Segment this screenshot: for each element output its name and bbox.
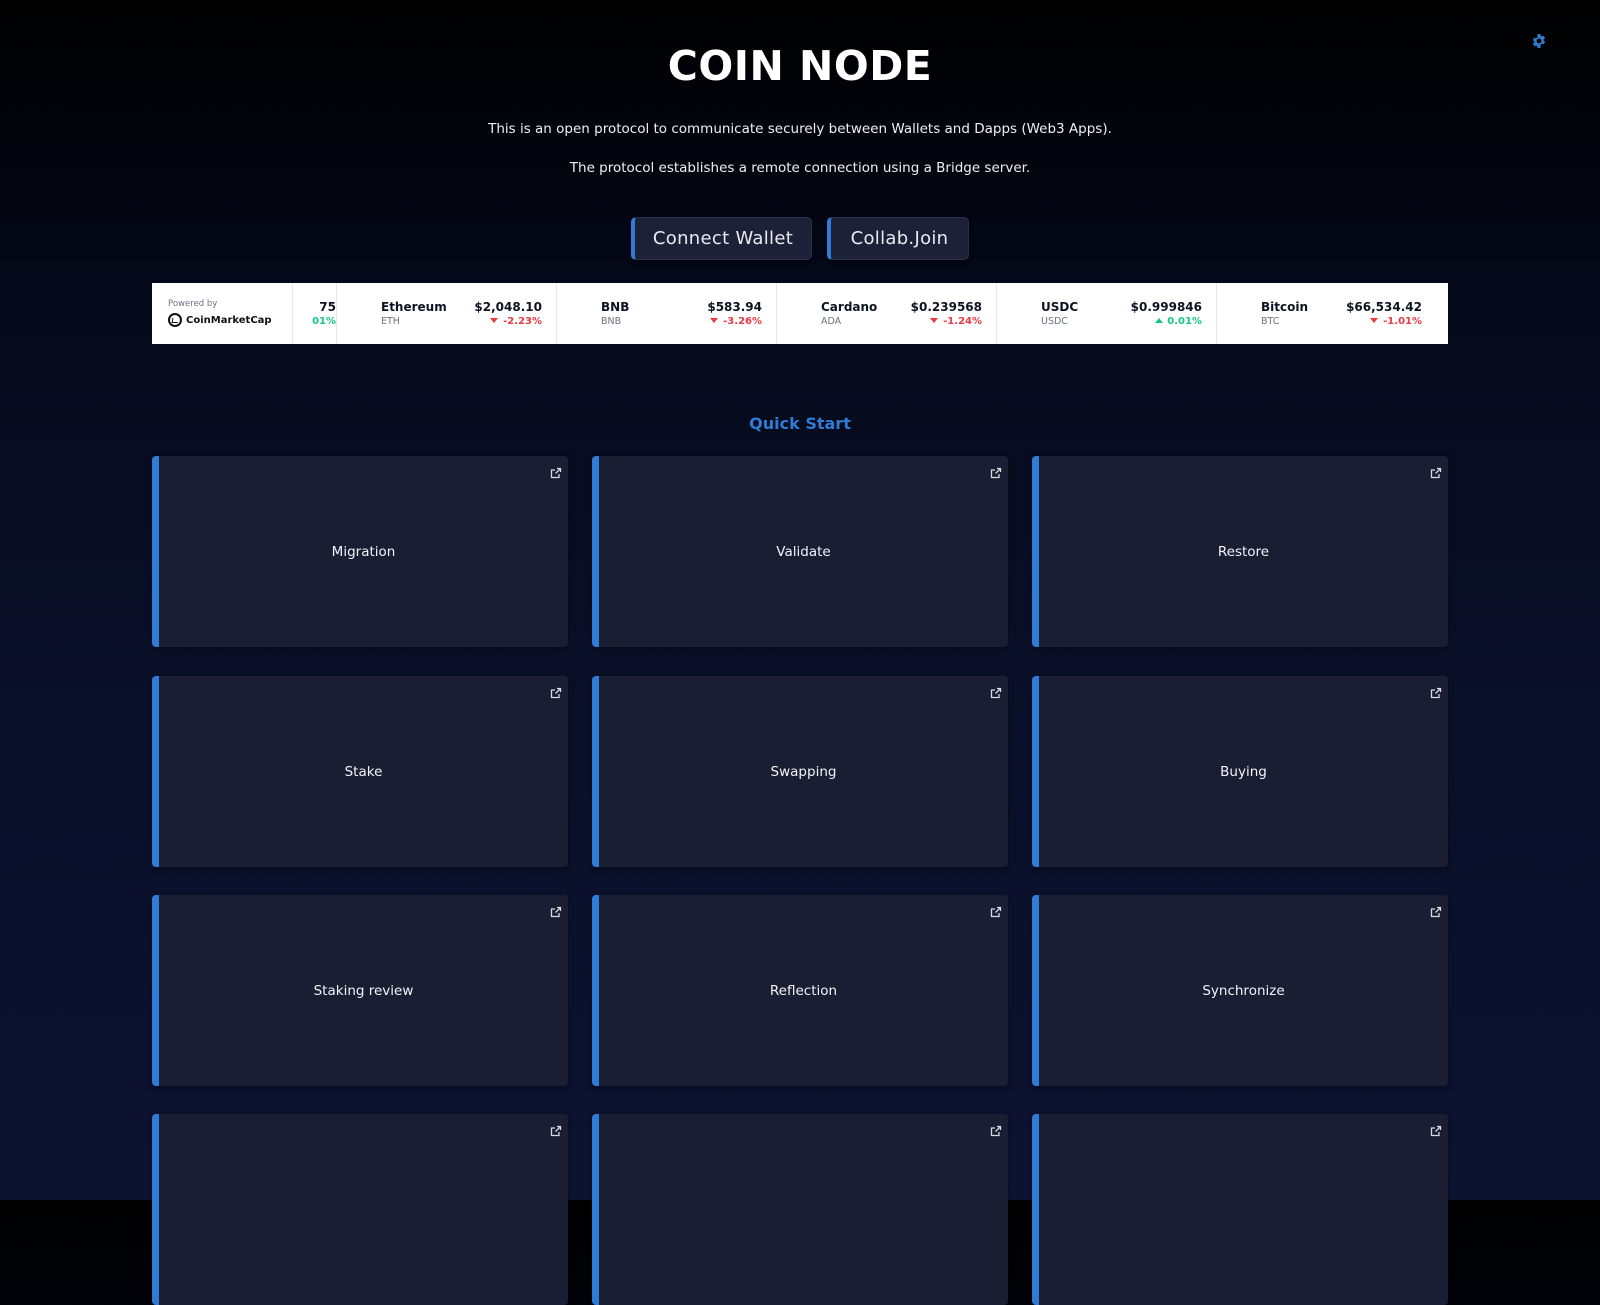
coinmarketcap-icon — [168, 313, 182, 327]
card-staking-review[interactable]: Staking review — [152, 895, 568, 1086]
partial-change: 01% — [312, 316, 336, 327]
coin-name: BNB — [601, 300, 630, 314]
coin-symbol: USDC — [1041, 316, 1068, 327]
coin-name: Bitcoin — [1261, 300, 1309, 314]
external-link-icon — [1430, 1122, 1442, 1137]
connect-wallet-button[interactable]: Connect Wallet — [631, 217, 812, 260]
external-link-icon — [990, 1122, 1002, 1137]
coin-name: Cardano — [821, 300, 878, 314]
coin-price: $583.94 — [707, 300, 762, 314]
card-label: Stake — [344, 763, 383, 780]
partial-price: 75 — [319, 300, 336, 314]
coin-name: USDC — [1041, 300, 1079, 314]
ticker-item-partial: 75 01% — [292, 283, 336, 344]
coin-price: $0.239568 — [910, 300, 982, 314]
external-link-icon — [550, 464, 562, 479]
external-link-icon — [550, 684, 562, 699]
card-restore[interactable]: Restore — [1032, 456, 1448, 647]
coin-symbol: ADA — [821, 316, 842, 327]
card-validate[interactable]: Validate — [592, 456, 1008, 647]
coin-price: $66,534.42 — [1346, 300, 1422, 314]
page-title: COIN NODE — [667, 42, 933, 90]
ticker-item-bnb[interactable]: BNB BNB $583.94 -3.26% — [556, 283, 776, 344]
external-link-icon — [990, 903, 1002, 918]
arrow-up-icon — [1155, 318, 1164, 323]
coin-change: -2.23% — [490, 316, 542, 327]
coinmarketcap-logo: CoinMarketCap — [168, 313, 272, 327]
coin-change: -3.26% — [710, 316, 762, 327]
card-stake[interactable]: Stake — [152, 676, 568, 867]
external-link-icon — [990, 684, 1002, 699]
arrow-down-icon — [710, 318, 719, 323]
coin-change: -1.01% — [1370, 316, 1422, 327]
card-label: Buying — [1220, 763, 1267, 780]
coin-name: Ethereum — [381, 300, 447, 314]
description-line-1: This is an open protocol to communicate … — [488, 121, 1112, 137]
card-label: Reflection — [769, 982, 838, 999]
external-link-icon — [1430, 464, 1442, 479]
external-link-icon — [550, 903, 562, 918]
coin-symbol: BTC — [1261, 316, 1280, 327]
collab-join-button[interactable]: Collab.Join — [827, 217, 969, 260]
price-ticker: Powered by CoinMarketCap 75 01% Ethereum… — [152, 283, 1448, 344]
description-line-2: The protocol establishes a remote connec… — [569, 160, 1031, 176]
coin-change: -1.24% — [930, 316, 982, 327]
card-label: Synchronize — [1202, 982, 1285, 999]
card-label: Migration — [331, 543, 396, 560]
arrow-down-icon — [1370, 318, 1379, 323]
coin-change: 0.01% — [1155, 316, 1202, 327]
arrow-down-icon — [930, 318, 939, 323]
external-link-icon — [1430, 903, 1442, 918]
coin-symbol: BNB — [601, 316, 622, 327]
card-buying[interactable]: Buying — [1032, 676, 1448, 867]
card-synchronize[interactable]: Synchronize — [1032, 895, 1448, 1086]
arrow-down-icon — [490, 318, 499, 323]
powered-by-badge[interactable]: Powered by CoinMarketCap — [152, 283, 293, 344]
card-label: Staking review — [313, 982, 414, 999]
card-label: Validate — [776, 543, 831, 560]
powered-by-label: Powered by — [168, 299, 218, 309]
card-label: Restore — [1217, 543, 1270, 560]
card-migration[interactable]: Migration — [152, 456, 568, 647]
provider-name: CoinMarketCap — [186, 314, 272, 326]
ticker-item-usdc[interactable]: USDC USDC $0.999846 0.01% — [996, 283, 1216, 344]
card-partial-2[interactable] — [592, 1114, 1008, 1305]
coin-symbol: ETH — [381, 316, 400, 327]
external-link-icon — [1430, 684, 1442, 699]
ticker-item-ethereum[interactable]: Ethereum ETH $2,048.10 -2.23% — [336, 283, 556, 344]
card-swapping[interactable]: Swapping — [592, 676, 1008, 867]
quick-start-heading: Quick Start — [749, 414, 851, 433]
coin-price: $0.999846 — [1130, 300, 1202, 314]
external-link-icon — [990, 464, 1002, 479]
card-partial-3[interactable] — [1032, 1114, 1448, 1305]
card-reflection[interactable]: Reflection — [592, 895, 1008, 1086]
external-link-icon — [550, 1122, 562, 1137]
card-partial-1[interactable] — [152, 1114, 568, 1305]
coin-price: $2,048.10 — [474, 300, 542, 314]
ticker-item-bitcoin[interactable]: Bitcoin BTC $66,534.42 -1.01% — [1216, 283, 1436, 344]
card-label: Swapping — [770, 763, 837, 780]
ticker-item-cardano[interactable]: Cardano ADA $0.239568 -1.24% — [776, 283, 996, 344]
